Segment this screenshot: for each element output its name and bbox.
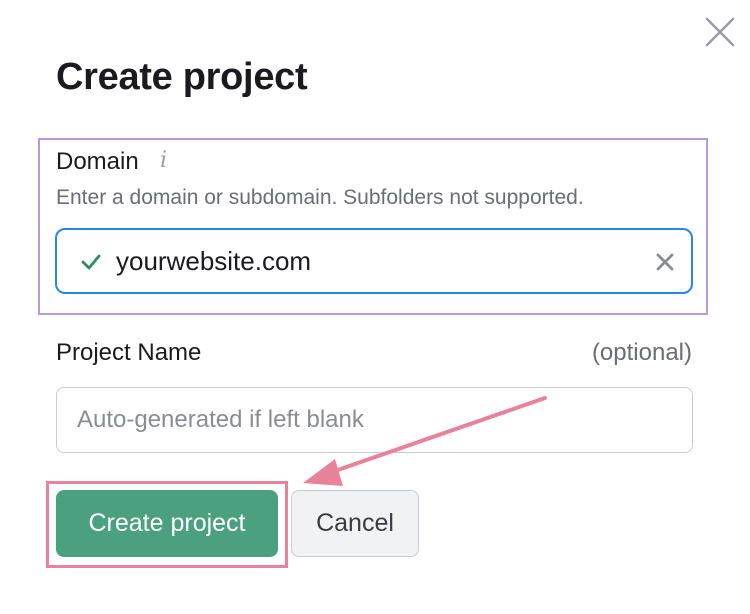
- optional-label: (optional): [591, 339, 692, 366]
- create-project-button[interactable]: Create project: [56, 490, 278, 557]
- cancel-button[interactable]: Cancel: [291, 490, 419, 557]
- create-project-dialog: Create project Domain i Enter a domain o…: [0, 0, 750, 614]
- project-name-input[interactable]: [56, 387, 693, 453]
- dialog-title: Create project: [56, 56, 308, 98]
- domain-label: Domain: [56, 148, 139, 175]
- info-icon[interactable]: i: [160, 147, 176, 175]
- domain-input-value[interactable]: yourwebsite.com: [116, 246, 311, 277]
- project-name-label: Project Name: [56, 339, 202, 366]
- domain-hint: Enter a domain or subdomain. Subfolders …: [56, 186, 584, 209]
- check-icon: [80, 252, 102, 272]
- clear-icon[interactable]: [654, 251, 676, 273]
- close-button[interactable]: [700, 12, 740, 52]
- close-icon: [705, 17, 735, 47]
